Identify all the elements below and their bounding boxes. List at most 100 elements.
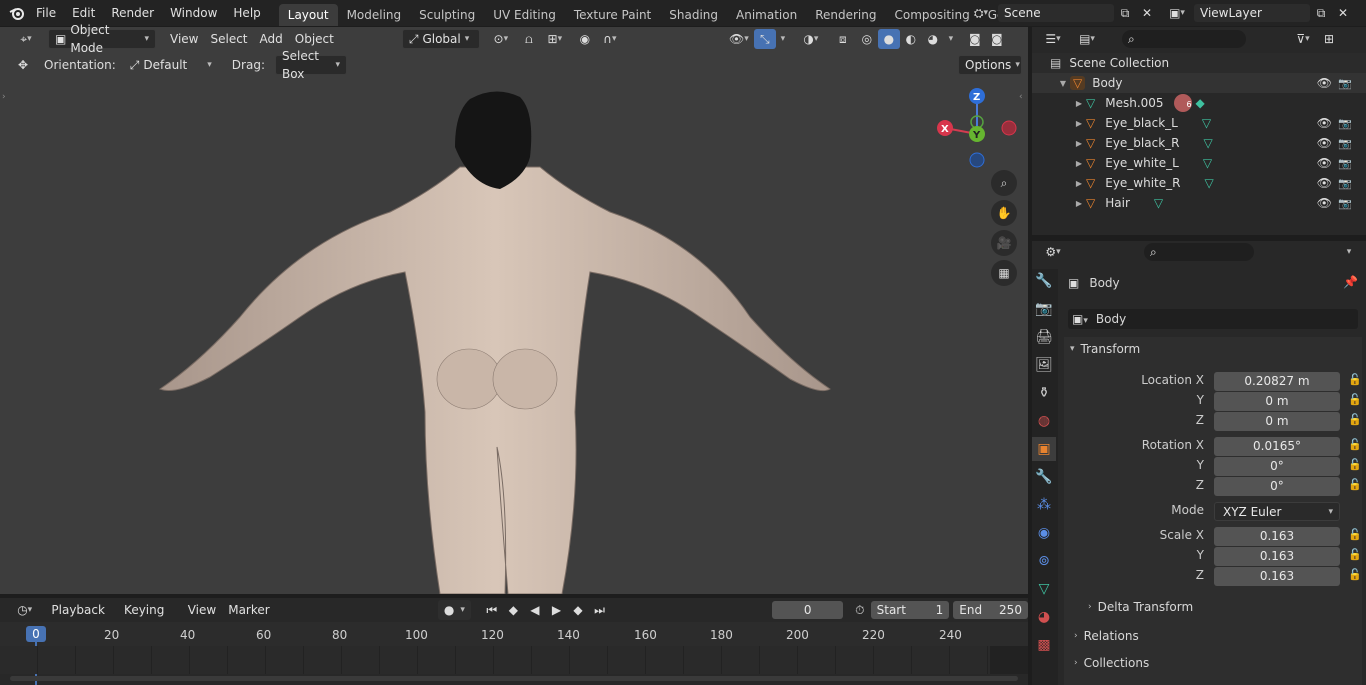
camera-icon[interactable]: 📷 [1338,157,1352,170]
pan-hand-icon[interactable]: ✋ [991,200,1017,226]
gizmo-dropdown-icon[interactable]: ▾ [776,29,790,49]
new-collection-icon[interactable]: ⊞ [1318,29,1340,49]
render-tab-icon[interactable]: 📷 [1032,297,1056,321]
navigation-gizmo[interactable]: Z Y X [930,86,1020,176]
tab-layout[interactable]: Layout [278,4,338,26]
world-tab-icon[interactable]: ◍ [1032,409,1056,433]
new-view-layer-icon[interactable]: ⧉ [1310,3,1332,23]
lock-icon[interactable]: 🔓 [1348,373,1362,386]
visibility-icon[interactable]: 👁 ▾ [724,29,754,49]
properties-options-icon[interactable]: ▾ [1338,242,1360,262]
object-mode-dropdown[interactable]: ▣ Object Mode ▾ [48,23,156,55]
tool-tab-icon[interactable]: 🔧 [1032,269,1056,293]
proportional-falloff-icon[interactable]: ∩ ▾ [596,29,624,49]
rotation-y-field[interactable]: 0° [1214,457,1340,476]
properties-search-input[interactable]: ⌕ [1144,243,1254,261]
eye-icon[interactable]: 👁 [1317,116,1332,130]
camera-icon[interactable]: 📷 [1338,137,1352,150]
prev-keyframe-icon[interactable]: ◆ [503,600,525,620]
eye-icon[interactable]: 👁 [1317,196,1332,210]
lock-icon[interactable]: 🔓 [1348,568,1362,581]
editor-type-icon[interactable]: ⌖ ▾ [12,29,40,49]
delta-transform-subpanel[interactable]: › Delta Transform [1088,597,1193,617]
perspective-grid-icon[interactable]: ▦ [991,260,1017,286]
menu-add[interactable]: Add [254,29,289,49]
eye-icon[interactable]: 👁 [1317,136,1332,150]
snap-target-icon[interactable]: ⊞ ▾ [540,29,570,49]
scale-x-field[interactable]: 0.163 [1214,527,1340,546]
blender-logo-icon[interactable] [6,3,28,23]
menu-object[interactable]: Object [289,29,340,49]
options-dropdown[interactable]: Options ▾ [958,55,1022,75]
playhead-frame-indicator[interactable]: 0 [26,626,46,642]
location-x-field[interactable]: 0.20827 m [1214,372,1340,391]
end-frame-field[interactable]: End 250 [953,601,1028,619]
expand-arrow-icon[interactable]: ▶ [1072,139,1086,148]
wireframe-shading-icon[interactable]: ◎ [856,29,878,49]
scene-name-field[interactable]: Scene [998,4,1114,22]
location-y-field[interactable]: 0 m [1214,392,1340,411]
relations-panel[interactable]: › Relations [1064,624,1362,648]
tab-compositing[interactable]: Compositing [885,4,978,26]
camera-icon[interactable]: 📷 [1338,117,1352,130]
outliner-row-eye-black-r[interactable]: ▶ ▽ Eye_black_R ▽ 👁 📷 [1032,133,1366,153]
menu-window[interactable]: Window [162,0,225,26]
editor-options-icon[interactable]: ◙ [964,29,986,49]
menu-keying[interactable]: Keying ▾ [118,600,178,637]
menu-file[interactable]: File [28,0,64,26]
gizmo-neg-z-axis[interactable] [969,152,985,168]
jump-start-icon[interactable]: ⏮ [481,600,503,620]
properties-editor-type-icon[interactable]: ⚙ ▾ [1038,242,1068,262]
delete-scene-icon[interactable]: ✕ [1136,3,1158,23]
next-keyframe-icon[interactable]: ◆ [567,600,589,620]
menu-marker[interactable]: Marker [222,600,275,620]
outliner-row-mesh[interactable]: ▶ ▽ Mesh.005 6 ◆ [1032,93,1366,113]
rotation-z-field[interactable]: 0° [1214,477,1340,496]
proportional-edit-icon[interactable]: ◉ [574,29,596,49]
start-frame-field[interactable]: Start 1 [870,601,950,619]
gizmo-toggle-icon[interactable]: ⤡ [753,29,776,49]
view-layer-tab-icon[interactable]: 🖼 [1032,353,1056,377]
scale-z-field[interactable]: 0.163 [1214,567,1340,586]
texture-tab-icon[interactable]: ▩ [1032,633,1056,657]
menu-timeline-view[interactable]: View [182,600,222,620]
timeline-scrollbar[interactable] [10,676,1018,681]
rotation-mode-dropdown[interactable]: XYZ Euler ▾ [1214,502,1340,521]
outliner-editor-type-icon[interactable]: ☰ ▾ [1038,29,1068,49]
shading-dropdown-icon[interactable]: ▾ [944,29,958,49]
physics-tab-icon[interactable]: ◉ [1032,521,1056,545]
3d-viewport[interactable] [0,27,1028,594]
menu-playback[interactable]: Playback ▾ [45,600,118,637]
lock-icon[interactable]: 🔓 [1348,438,1362,451]
eye-icon[interactable]: 👁 [1317,76,1332,90]
object-datablock-icon[interactable]: ▣▾ [1072,312,1088,326]
outliner-row-body[interactable]: ▼ ▽ Body 👁 📷 [1032,73,1366,93]
constraints-tab-icon[interactable]: ⊚ [1032,549,1056,573]
scale-y-field[interactable]: 0.163 [1214,547,1340,566]
jump-end-icon[interactable]: ⏭ [589,600,611,620]
tab-animation[interactable]: Animation [727,4,806,26]
camera-icon[interactable]: 📷 [1338,197,1352,210]
lock-icon[interactable]: 🔓 [1348,478,1362,491]
object-tab-icon[interactable]: ▣ [1032,437,1056,461]
tab-texture-paint[interactable]: Texture Paint [565,4,660,26]
outliner-row-eye-white-l[interactable]: ▶ ▽ Eye_white_L ▽ 👁 📷 [1032,153,1366,173]
outliner-row-hair[interactable]: ▶ ▽ Hair ▽ 👁 📷 [1032,193,1366,213]
move-tool-icon[interactable]: ✥ [12,55,34,75]
keyframe-area[interactable] [0,646,990,674]
menu-view[interactable]: View [164,29,204,49]
stopwatch-icon[interactable]: ⏱ [849,600,871,620]
eye-icon[interactable]: 👁 [1317,156,1332,170]
display-mode-icon[interactable]: ▤ ▾ [1072,29,1102,49]
lock-icon[interactable]: 🔓 [1348,413,1362,426]
expand-arrow-icon[interactable]: ▶ [1072,159,1086,168]
eye-icon[interactable]: 👁 [1317,176,1332,190]
solid-shading-icon[interactable]: ● [877,29,900,49]
expand-arrow-icon[interactable]: ▶ [1072,119,1086,128]
orientation-dropdown[interactable]: ⤢ Default ▾ [124,55,218,75]
tab-rendering[interactable]: Rendering [806,4,885,26]
pin-icon[interactable]: 📌 [1343,275,1358,289]
lock-icon[interactable]: 🔓 [1348,393,1362,406]
expand-arrow-icon[interactable]: ▶ [1072,199,1086,208]
tab-sculpting[interactable]: Sculpting [410,4,484,26]
